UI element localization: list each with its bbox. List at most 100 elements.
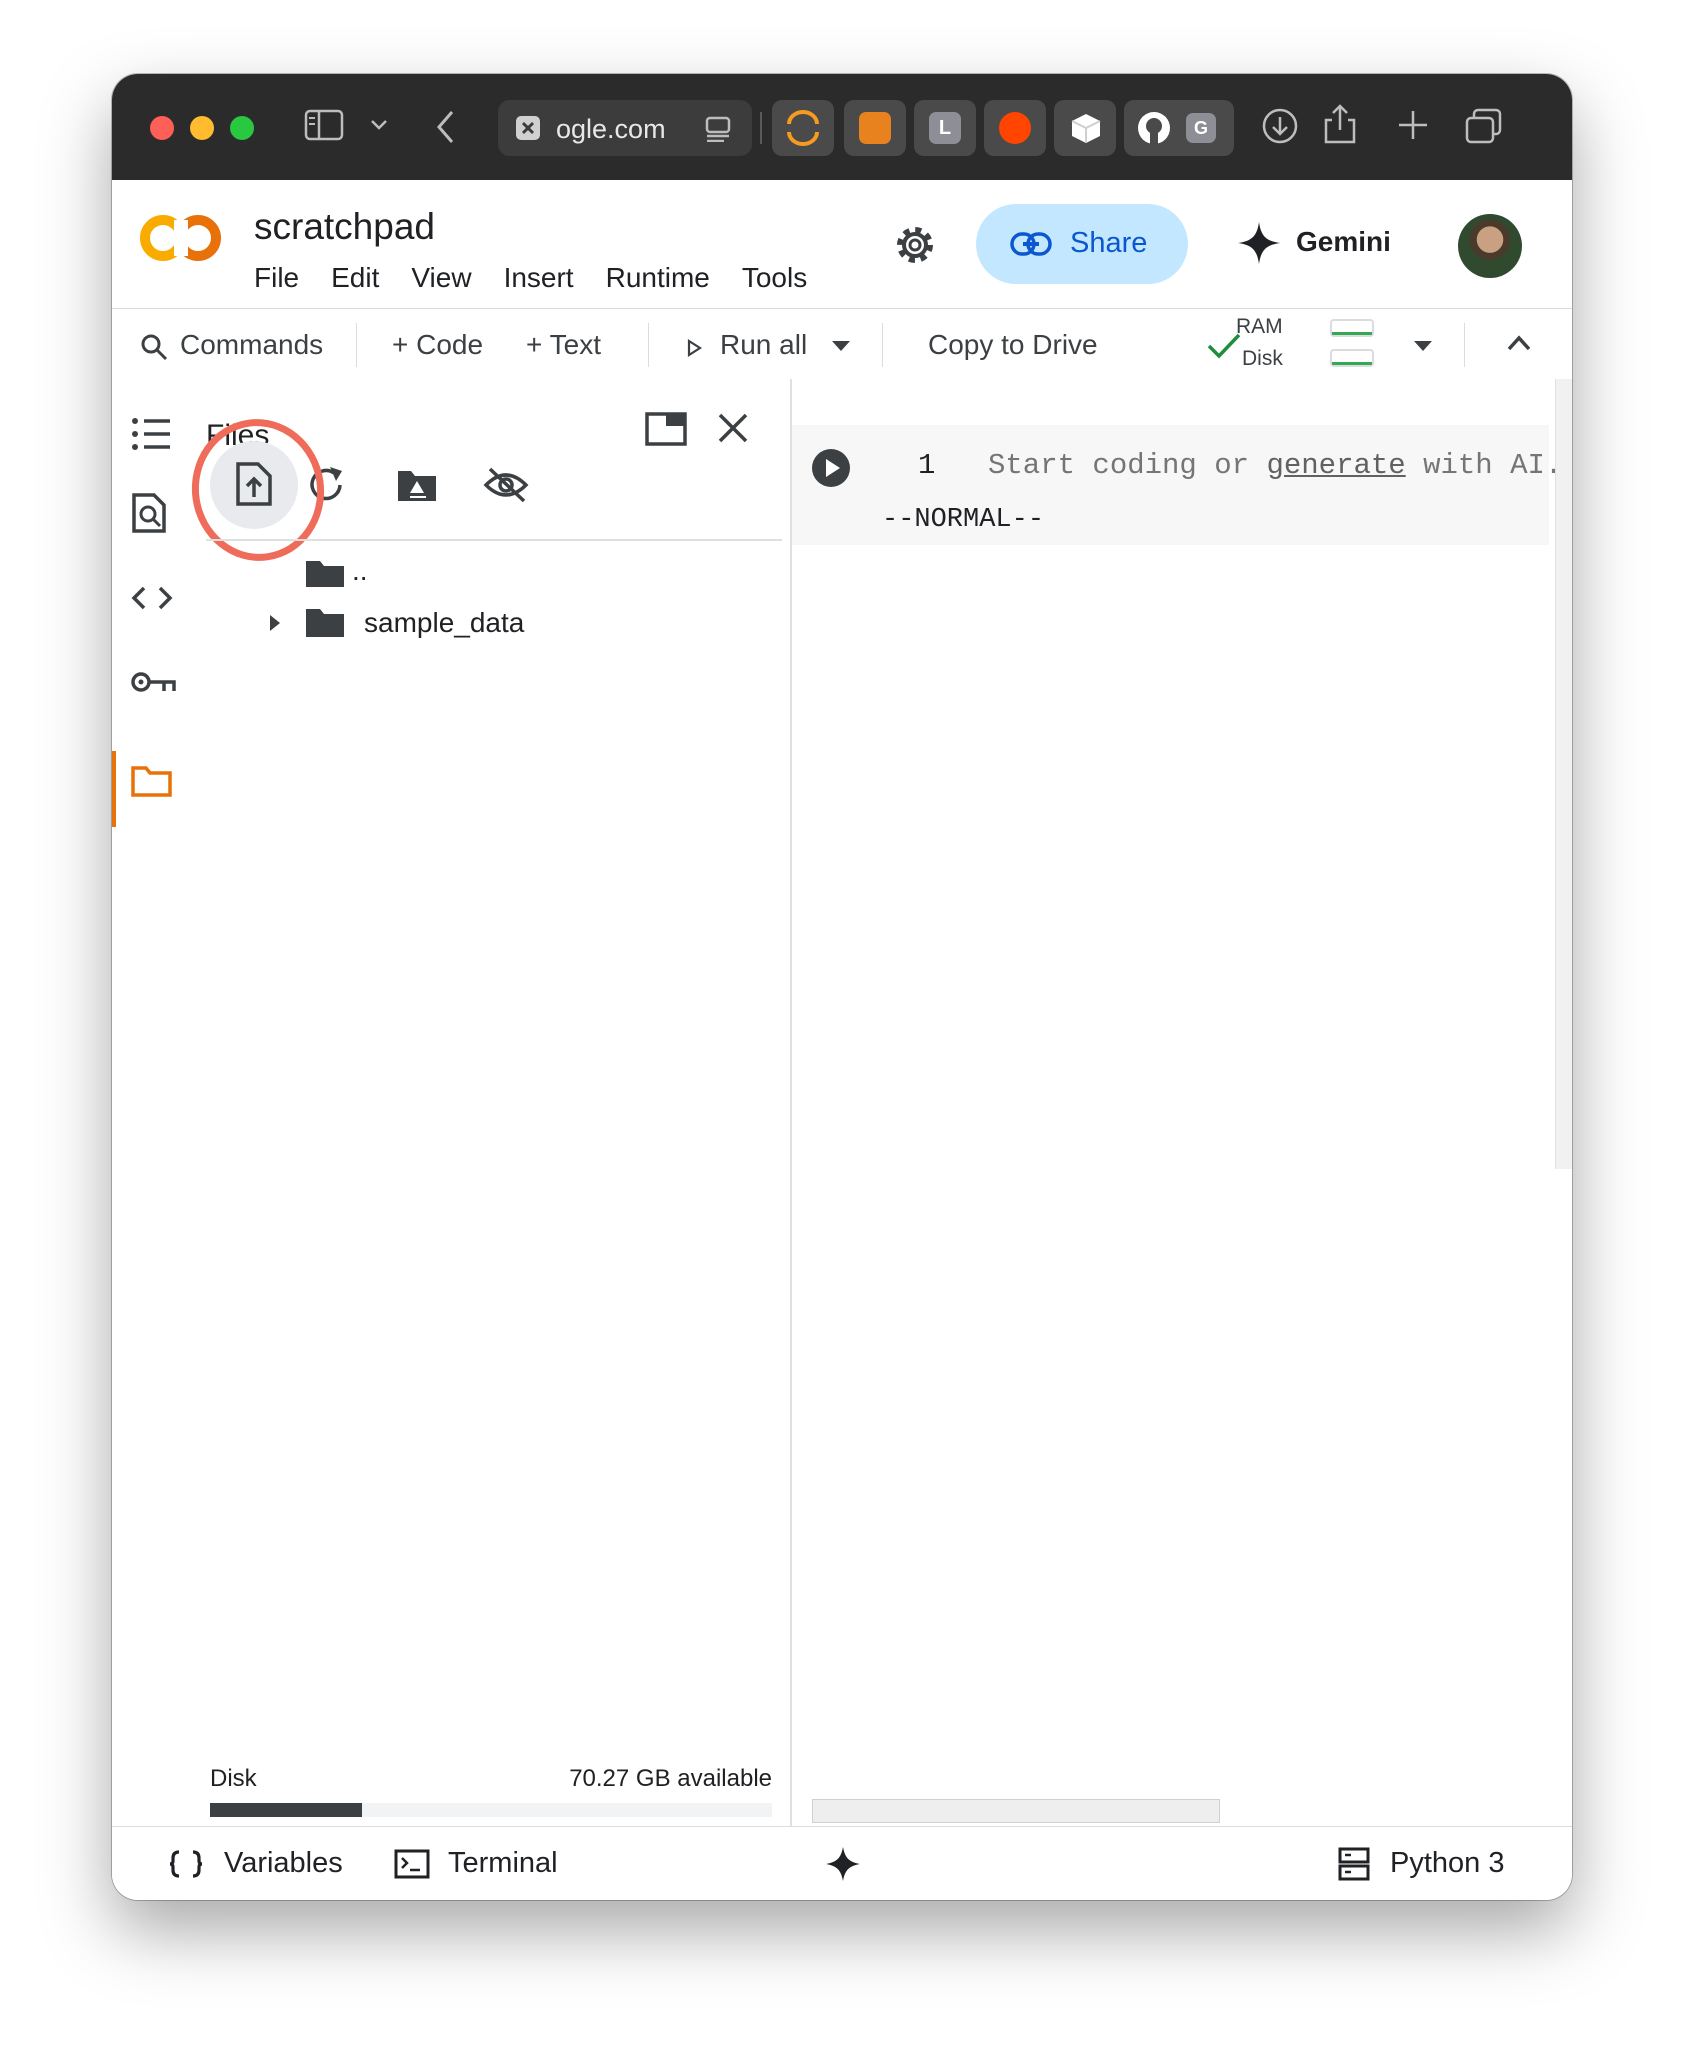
share-label: Share — [1070, 227, 1148, 259]
toolbar-divider — [760, 112, 762, 144]
browser-window: ogle.com L G scratchpad File Edit View I… — [112, 74, 1572, 1900]
resources-dropdown-icon[interactable] — [1412, 339, 1434, 353]
g-tab-icon: G — [1186, 113, 1216, 143]
files-divider — [206, 539, 782, 541]
tabs-overview-icon[interactable] — [1464, 106, 1504, 146]
pinned-tab-6[interactable]: G — [1124, 100, 1234, 156]
reader-icon[interactable] — [704, 116, 732, 142]
pinned-tab-1[interactable] — [772, 100, 834, 156]
ram-label: RAM — [1236, 315, 1283, 338]
avatar[interactable] — [1458, 214, 1522, 278]
new-tab-icon[interactable] — [1396, 108, 1430, 142]
pinned-tab-2[interactable] — [844, 100, 906, 156]
search-icon[interactable] — [140, 333, 168, 361]
pinned-tab-5[interactable] — [1054, 100, 1116, 156]
menu-insert[interactable]: Insert — [504, 262, 574, 294]
settings-gear-icon[interactable] — [892, 222, 938, 268]
address-bar[interactable]: ogle.com — [498, 100, 752, 156]
sidebar-icon[interactable] — [304, 108, 344, 142]
terminal-icon — [394, 1849, 430, 1879]
code-icon[interactable] — [130, 585, 174, 611]
share-icon[interactable] — [1322, 102, 1358, 146]
link-icon — [1010, 232, 1052, 256]
book-tab-icon — [859, 112, 891, 144]
browser-toolbar: ogle.com L G — [112, 74, 1572, 180]
drive-icon[interactable] — [396, 467, 438, 503]
chevron-up-icon[interactable] — [1506, 333, 1532, 353]
horizontal-scrollbar[interactable] — [812, 1799, 1220, 1823]
folder-icon[interactable] — [130, 763, 174, 799]
find-icon[interactable] — [130, 491, 170, 535]
toc-icon[interactable] — [130, 415, 172, 453]
menu-runtime[interactable]: Runtime — [606, 262, 710, 294]
play-icon[interactable] — [810, 447, 852, 489]
menu-bar: File Edit View Insert Runtime Tools — [254, 262, 839, 294]
menu-edit[interactable]: Edit — [331, 262, 379, 294]
active-indicator — [112, 751, 116, 827]
braces-icon — [169, 1850, 203, 1878]
colab-tab-icon — [787, 110, 819, 146]
sparkle-icon[interactable] — [824, 1845, 862, 1883]
toolbar-divider — [1464, 323, 1465, 367]
box-tab-icon — [1071, 114, 1101, 143]
pinned-tab-3[interactable]: L — [914, 100, 976, 156]
placeholder-suffix: with AI. — [1405, 449, 1563, 482]
l-tab-icon: L — [929, 112, 961, 144]
key-icon[interactable] — [130, 669, 178, 697]
commands-button[interactable]: Commands — [180, 329, 323, 361]
triangle-right-icon[interactable] — [268, 613, 282, 633]
colab-logo[interactable] — [138, 210, 222, 266]
github-tab-icon — [1138, 112, 1170, 144]
runtime-indicator[interactable]: Python 3 — [1390, 1847, 1504, 1880]
add-text-button[interactable]: + Text — [526, 329, 601, 361]
dropdown-icon[interactable] — [830, 339, 852, 353]
notebook-toolbar: Commands + Code + Text Run all Copy to D… — [112, 308, 1572, 380]
placeholder-prefix: Start coding or — [988, 449, 1267, 482]
pinned-tab-4[interactable] — [984, 100, 1046, 156]
run-all-button[interactable]: Run all — [720, 329, 807, 361]
code-cell[interactable]: 1 Start coding or generate with AI. --NO… — [792, 425, 1562, 545]
disk-meter[interactable] — [1330, 349, 1374, 367]
sparkle-icon — [1238, 222, 1280, 264]
copy-to-drive-button[interactable]: Copy to Drive — [928, 329, 1098, 361]
url-text: ogle.com — [556, 114, 666, 144]
reddit-tab-icon — [999, 112, 1031, 144]
close-tab-icon[interactable] — [514, 114, 542, 142]
variables-button[interactable]: Variables — [224, 1847, 343, 1880]
notebook-title[interactable]: scratchpad — [254, 206, 435, 248]
disk-available: 70.27 GB available — [569, 1765, 772, 1792]
code-placeholder[interactable]: Start coding or generate with AI. — [988, 449, 1562, 482]
download-icon[interactable] — [1260, 106, 1300, 146]
hidden-icon[interactable] — [482, 465, 530, 505]
server-icon — [1338, 1847, 1370, 1881]
ram-meter[interactable] — [1330, 319, 1374, 337]
zoom-window-button[interactable] — [230, 116, 254, 140]
menu-file[interactable]: File — [254, 262, 299, 294]
minimize-window-button[interactable] — [190, 116, 214, 140]
vertical-scrollbar[interactable] — [1555, 379, 1572, 1169]
folder-sample-data[interactable]: sample_data — [364, 607, 524, 639]
add-code-button[interactable]: + Code — [392, 329, 483, 361]
menu-view[interactable]: View — [411, 262, 471, 294]
disk-meter-label: Disk — [1242, 347, 1283, 370]
terminal-button[interactable]: Terminal — [448, 1847, 558, 1880]
close-window-button[interactable] — [150, 116, 174, 140]
menu-tools[interactable]: Tools — [742, 262, 807, 294]
line-number: 1 — [918, 449, 936, 482]
toolbar-divider — [882, 323, 883, 367]
gemini-button[interactable]: Gemini — [1236, 220, 1391, 271]
notebook-editor: 1 Start coding or generate with AI. --NO… — [792, 379, 1572, 1826]
disk-usage-bar — [210, 1803, 772, 1817]
share-button[interactable]: Share — [976, 204, 1188, 284]
parent-directory[interactable]: .. — [352, 555, 368, 587]
folder-icon — [306, 609, 344, 637]
back-icon[interactable] — [434, 108, 458, 146]
close-icon[interactable] — [716, 411, 750, 445]
chevron-down-icon[interactable] — [370, 118, 388, 132]
files-panel: Files .. sample_data Disk 70.27 GB avail… — [182, 379, 792, 1826]
generate-link[interactable]: generate — [1266, 449, 1405, 482]
play-icon — [687, 339, 702, 357]
toolbar-divider — [356, 323, 357, 367]
new-window-icon[interactable] — [644, 411, 688, 447]
toolbar-divider — [648, 323, 649, 367]
